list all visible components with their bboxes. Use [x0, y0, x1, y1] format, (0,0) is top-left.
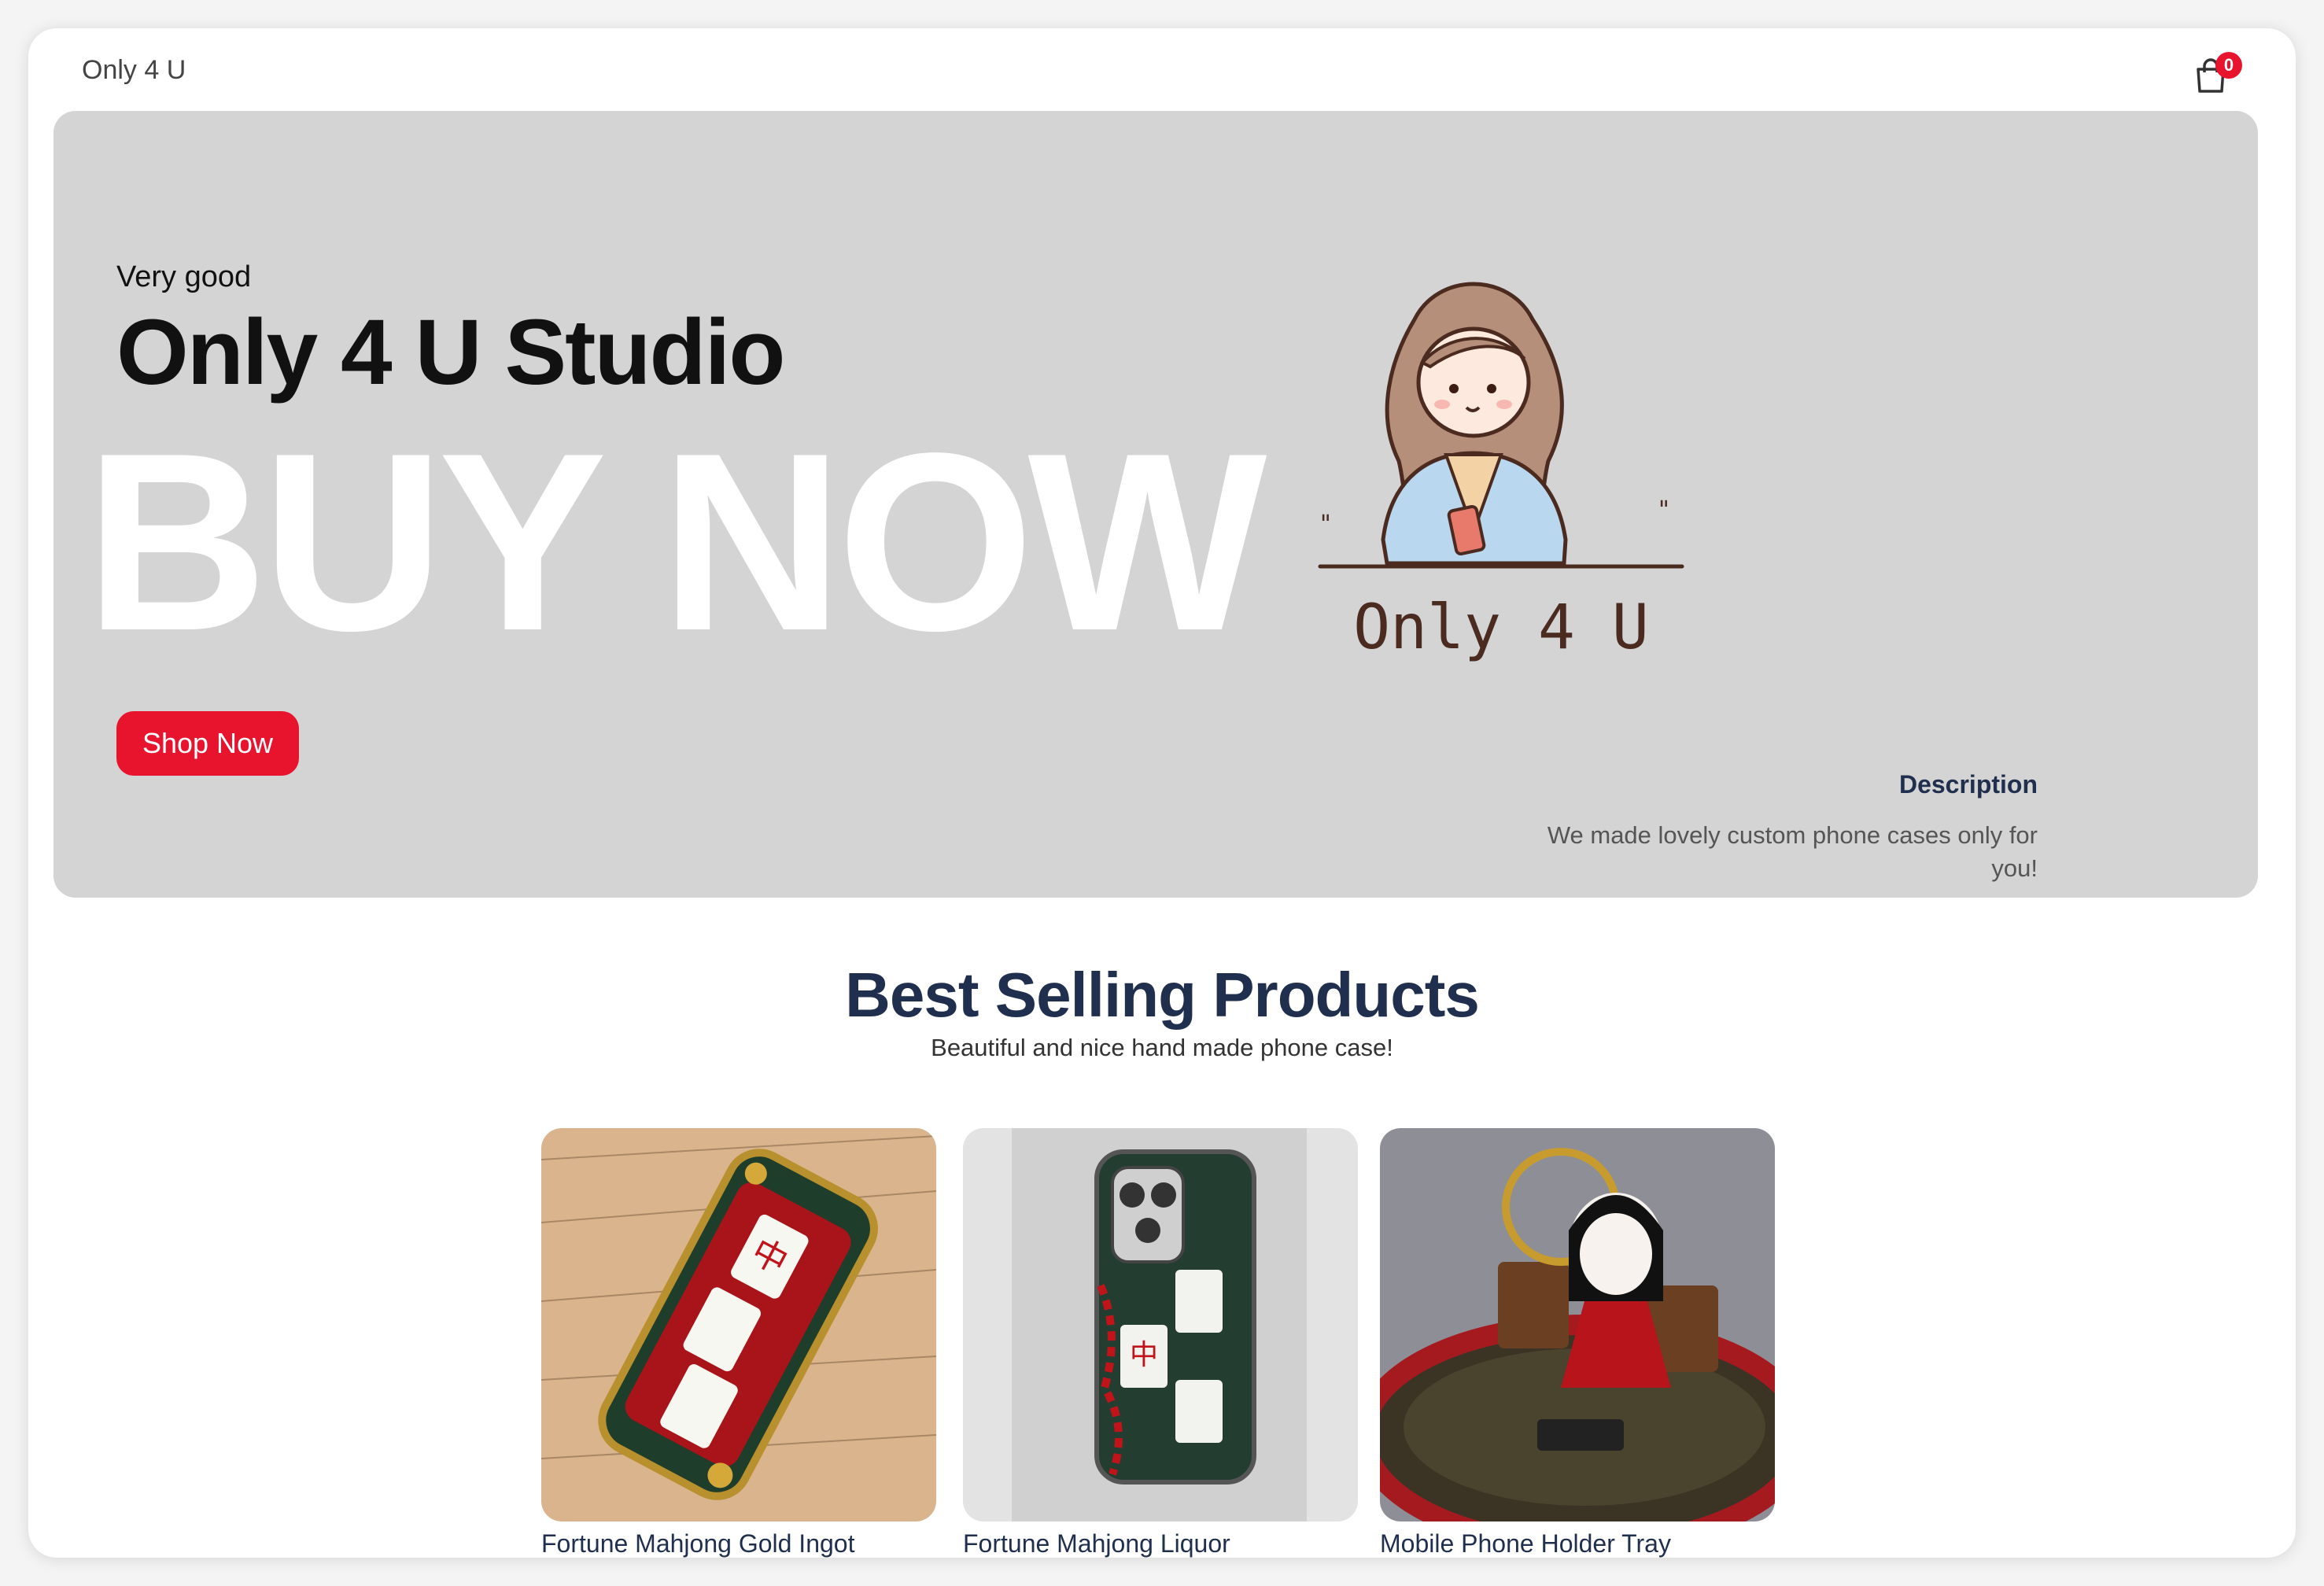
svg-text:": ": [1658, 496, 1669, 524]
svg-text:中: 中: [1130, 1339, 1158, 1371]
studio-girl-illustration: " " Only 4 U: [1318, 282, 1684, 663]
product-image[interactable]: [1380, 1128, 1775, 1521]
product-name[interactable]: Mobile Phone Holder Tray: [1380, 1529, 1775, 1558]
product-image[interactable]: 中: [541, 1128, 936, 1521]
product-card[interactable]: 中 Fortune Mahjong Gold Ingot: [541, 1128, 936, 1558]
hero-big-text: BUY NOW: [85, 401, 1267, 684]
best-selling-title: Best Selling Products: [845, 960, 1480, 1030]
description-text: We made lovely custom phone cases only f…: [1547, 821, 2038, 882]
product-name[interactable]: Fortune Mahjong Liquor: [963, 1529, 1358, 1558]
product-image[interactable]: 中: [963, 1128, 1358, 1521]
best-selling-subtitle: Beautiful and nice hand made phone case!: [931, 1034, 1393, 1061]
hero-title: Only 4 U Studio: [116, 301, 785, 404]
product-card[interactable]: 中 Fortune Mahjong Liquor: [963, 1128, 1358, 1558]
illustration-logo-text: Only 4 U: [1353, 592, 1649, 663]
cart-button[interactable]: 0: [2193, 52, 2244, 99]
brand-logo-text[interactable]: Only 4 U: [82, 55, 186, 86]
cart-count-badge: 0: [2215, 52, 2242, 79]
product-card[interactable]: Mobile Phone Holder Tray: [1380, 1128, 1775, 1558]
product-name[interactable]: Fortune Mahjong Gold Ingot: [541, 1529, 936, 1558]
hero-banner: Very good Only 4 U Studio BUY NOW Shop N…: [53, 111, 2258, 898]
svg-text:": ": [1320, 511, 1331, 538]
description-title: Description: [1898, 770, 2038, 799]
browser-window: Only 4 U 0 Very good Only 4 U Studio BUY…: [28, 28, 2296, 1558]
shop-now-button[interactable]: Shop Now: [116, 711, 299, 776]
hero-kicker: Very good: [116, 260, 252, 293]
